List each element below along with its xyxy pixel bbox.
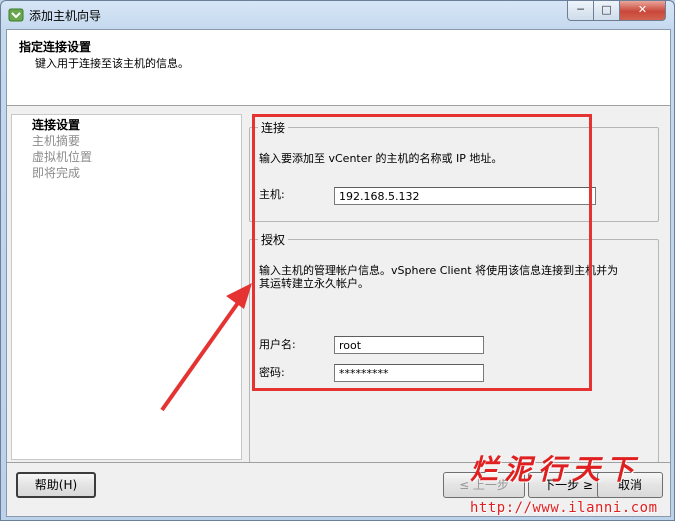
step-host-summary[interactable]: 主机摘要	[32, 133, 80, 149]
window-title: 添加主机向导	[29, 9, 102, 23]
step-ready-to-complete[interactable]: 即将完成	[32, 165, 80, 181]
cancel-button[interactable]: 取消	[597, 472, 663, 498]
title-bar[interactable]: 添加主机向导 ─ □ ✕	[1, 1, 674, 29]
maximize-button[interactable]: □	[593, 1, 620, 21]
annotation-highlight-box	[252, 114, 592, 391]
wizard-header: 指定连接设置 键入用于连接至该主机的信息。	[7, 30, 670, 106]
footer-separator	[7, 462, 670, 463]
step-vm-location[interactable]: 虚拟机位置	[32, 149, 92, 165]
minimize-button[interactable]: ─	[567, 1, 594, 21]
wizard-steps-panel: 连接设置 主机摘要 虚拟机位置 即将完成	[11, 114, 242, 460]
page-subtitle: 键入用于连接至该主机的信息。	[35, 57, 189, 70]
next-button[interactable]: 下一步 ≥	[528, 472, 608, 498]
vsphere-app-icon	[8, 8, 24, 22]
page-title: 指定连接设置	[19, 40, 92, 54]
help-button[interactable]: 帮助(H)	[16, 472, 96, 498]
step-connection-settings[interactable]: 连接设置	[32, 117, 80, 133]
close-button[interactable]: ✕	[619, 1, 666, 21]
back-button[interactable]: ≤ 上一步	[443, 472, 525, 498]
